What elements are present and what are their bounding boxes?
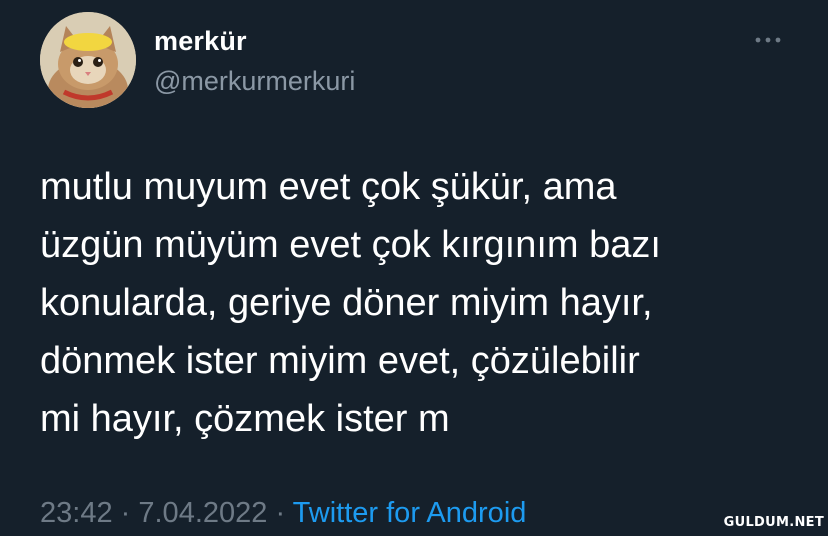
watermark: GULDUM.NET — [723, 515, 824, 530]
author-handle[interactable]: @merkurmerkuri — [154, 66, 355, 97]
kitten-avatar-image — [40, 12, 136, 108]
meta-separator: · — [275, 497, 286, 529]
avatar[interactable] — [40, 12, 136, 108]
meta-separator: · — [120, 497, 131, 529]
tweet-date[interactable]: 7.04.2022 — [138, 497, 267, 529]
tweet-time[interactable]: 23:42 — [40, 497, 113, 529]
more-horizontal-icon — [755, 37, 781, 43]
author-display-name[interactable]: merkür — [154, 26, 247, 57]
more-options-button[interactable] — [748, 28, 788, 52]
tweet-text: mutlu muyum evet çok şükür, ama üzgün mü… — [40, 166, 661, 440]
tweet-source-link[interactable]: Twitter for Android — [293, 497, 527, 529]
tweet-meta: 23:42 · 7.04.2022 · Twitter for Android — [40, 497, 526, 530]
